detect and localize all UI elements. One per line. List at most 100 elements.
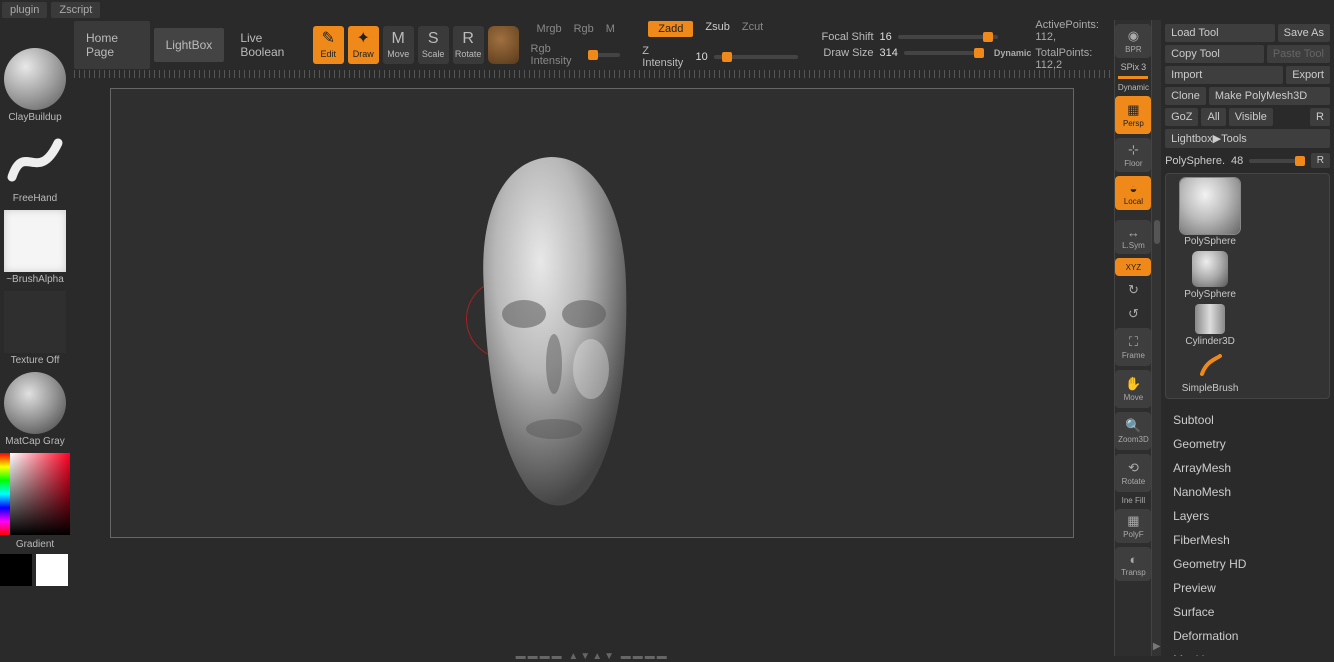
subpanel-preview[interactable]: Preview xyxy=(1165,576,1330,600)
tool-item-simplebrush[interactable]: SimpleBrush xyxy=(1170,351,1250,394)
transp-button[interactable]: ◐Transp xyxy=(1115,547,1151,581)
right-panel: Load Tool Save As Copy Tool Paste Tool I… xyxy=(1161,20,1334,656)
material-thumb[interactable] xyxy=(4,372,66,434)
subpanel-masking[interactable]: Masking xyxy=(1165,648,1330,656)
bpr-button[interactable]: ◉BPR xyxy=(1115,24,1151,58)
left-panel: ClayBuildup FreeHand ~BrushAlpha Texture… xyxy=(0,20,70,656)
subpanel-surface[interactable]: Surface xyxy=(1165,600,1330,624)
subpanel-nanomesh[interactable]: NanoMesh xyxy=(1165,480,1330,504)
copytool-button[interactable]: Copy Tool xyxy=(1165,45,1264,63)
gyro-icon[interactable] xyxy=(488,26,519,64)
makepoly-button[interactable]: Make PolyMesh3D xyxy=(1209,87,1330,105)
frame-icon: ⛶ xyxy=(1129,334,1138,350)
transp-icon: ◐ xyxy=(1129,552,1137,567)
focalshift-value: 16 xyxy=(880,31,892,43)
tool-item-polysphere-active[interactable]: PolySphere xyxy=(1170,178,1250,247)
subpanel-geometry[interactable]: Geometry xyxy=(1165,432,1330,456)
tab-plugin[interactable]: plugin xyxy=(2,2,47,18)
zintensity-slider[interactable] xyxy=(714,55,798,59)
rotate-arc-button[interactable]: ↻ xyxy=(1115,280,1151,300)
import-button[interactable]: Import xyxy=(1165,66,1283,84)
goz-button[interactable]: GoZ xyxy=(1165,108,1198,126)
inefill-label: Ine Fill xyxy=(1122,496,1146,505)
swatch-secondary[interactable] xyxy=(0,554,32,586)
local-icon: ◒ xyxy=(1129,181,1137,196)
liveboolean-button[interactable]: Live Boolean xyxy=(228,21,309,69)
alpha-label: ~BrushAlpha xyxy=(6,274,64,285)
sub-panel-list: SubtoolGeometryArrayMeshNanoMeshLayersFi… xyxy=(1165,408,1330,656)
local-button[interactable]: ◒Local xyxy=(1115,176,1151,210)
rotate-view-button[interactable]: ⟲Rotate xyxy=(1115,454,1151,492)
timeline-ruler[interactable] xyxy=(74,70,1110,78)
lightbox-tools-button[interactable]: Lightbox▶Tools xyxy=(1165,129,1330,148)
clone-button[interactable]: Clone xyxy=(1165,87,1206,105)
tab-zscript[interactable]: Zscript xyxy=(51,2,100,18)
subpanel-arraymesh[interactable]: ArrayMesh xyxy=(1165,456,1330,480)
subpanel-fibermesh[interactable]: FiberMesh xyxy=(1165,528,1330,552)
polysphere-slider[interactable] xyxy=(1249,159,1304,163)
rgbintensity-slider[interactable] xyxy=(588,53,620,57)
expand-arrow-icon[interactable]: ▶ xyxy=(1153,637,1161,656)
lsym-button[interactable]: ↔L.Sym xyxy=(1115,220,1151,254)
m-toggle[interactable]: M xyxy=(606,23,615,35)
export-button[interactable]: Export xyxy=(1286,66,1330,84)
zoom3d-button[interactable]: 🔍Zoom3D xyxy=(1115,412,1151,450)
zadd-toggle[interactable]: Zadd xyxy=(648,21,693,37)
persp-button[interactable]: ▦Persp xyxy=(1115,96,1151,134)
pastetool-button[interactable]: Paste Tool xyxy=(1267,45,1330,63)
move-button[interactable]: MMove xyxy=(383,26,414,64)
zsub-toggle[interactable]: Zsub xyxy=(705,21,729,37)
goz-r-button[interactable]: R xyxy=(1310,108,1330,126)
sculpt-mesh[interactable] xyxy=(456,139,656,519)
stroke-thumb[interactable] xyxy=(4,129,66,191)
viewport[interactable] xyxy=(110,88,1074,538)
rotate-button[interactable]: RRotate xyxy=(453,26,484,64)
polysphere-r-button[interactable]: R xyxy=(1311,153,1330,168)
edit-button[interactable]: ✎Edit xyxy=(313,26,344,64)
frame-button[interactable]: ⛶Frame xyxy=(1115,328,1151,366)
dynamic-toggle[interactable]: Dynamic xyxy=(994,48,1032,58)
viewport-resize-handle[interactable]: ▬▬▬▬ ▲▼▲▼ ▬▬▬▬ xyxy=(516,651,669,662)
subpanel-layers[interactable]: Layers xyxy=(1165,504,1330,528)
saveas-button[interactable]: Save As xyxy=(1278,24,1330,42)
tool-item-cylinder3d[interactable]: Cylinder3D xyxy=(1170,304,1250,347)
polyf-button[interactable]: ▦PolyF xyxy=(1115,509,1151,543)
mrgb-toggle[interactable]: Mrgb xyxy=(537,23,562,35)
subpanel-subtool[interactable]: Subtool xyxy=(1165,408,1330,432)
draw-button[interactable]: ✦Draw xyxy=(348,26,379,64)
brush-thumb[interactable] xyxy=(4,48,66,110)
rotate-arc2-button[interactable]: ↺ xyxy=(1115,304,1151,324)
polysphere-value: 48 xyxy=(1231,155,1243,167)
zoom-icon: 🔍 xyxy=(1125,418,1141,434)
stroke-label: FreeHand xyxy=(13,193,57,204)
subpanel-deformation[interactable]: Deformation xyxy=(1165,624,1330,648)
move-view-button[interactable]: ✋Move xyxy=(1115,370,1151,408)
tool-item-polysphere[interactable]: PolySphere xyxy=(1170,251,1250,300)
goz-visible-button[interactable]: Visible xyxy=(1229,108,1273,126)
home-button[interactable]: Home Page xyxy=(74,21,150,69)
rgb-toggle[interactable]: Rgb xyxy=(574,23,594,35)
edit-icon: ✎ xyxy=(322,31,335,47)
xyz-button[interactable]: XYZ xyxy=(1115,258,1151,276)
vertical-scrollbar[interactable]: ▶ xyxy=(1152,20,1161,656)
loadtool-button[interactable]: Load Tool xyxy=(1165,24,1275,42)
scale-button[interactable]: SScale xyxy=(418,26,449,64)
drawsize-slider[interactable] xyxy=(904,51,984,55)
floor-button[interactable]: ⊹Floor xyxy=(1115,138,1151,172)
texture-thumb[interactable] xyxy=(4,291,66,353)
focalshift-slider[interactable] xyxy=(898,35,998,39)
lightbox-button[interactable]: LightBox xyxy=(154,28,225,62)
polyframe-icon: ▦ xyxy=(1127,513,1139,529)
rotate-icon: ⟲ xyxy=(1128,460,1139,476)
focalshift-label: Focal Shift xyxy=(814,31,874,43)
rotate-icon: R xyxy=(462,31,474,47)
alpha-thumb[interactable] xyxy=(4,210,66,272)
hand-icon: ✋ xyxy=(1125,376,1141,392)
spix-label: SPix xyxy=(1121,62,1140,72)
brush-label: ClayBuildup xyxy=(8,112,61,123)
zcut-toggle[interactable]: Zcut xyxy=(742,21,763,37)
color-picker[interactable] xyxy=(0,453,70,535)
goz-all-button[interactable]: All xyxy=(1201,108,1225,126)
swatch-primary[interactable] xyxy=(36,554,68,586)
subpanel-geometry-hd[interactable]: Geometry HD xyxy=(1165,552,1330,576)
